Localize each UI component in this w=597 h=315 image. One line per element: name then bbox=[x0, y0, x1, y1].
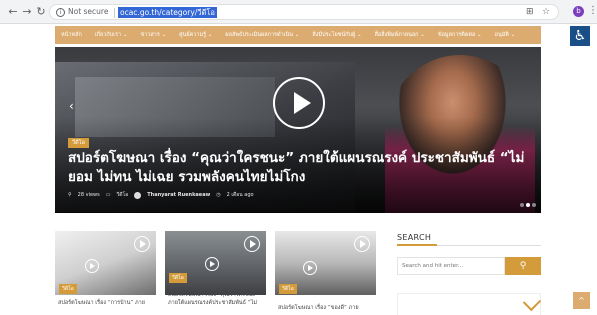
scroll-top-button[interactable]: ^ bbox=[573, 292, 590, 309]
hero-slider[interactable]: ‹ วีดีโอ สปอร์ตโฆษณา เรื่อง “คุณว่าใครชน… bbox=[55, 47, 541, 213]
video-thumbnail[interactable] bbox=[165, 231, 266, 295]
play-icon[interactable] bbox=[273, 77, 325, 129]
play-icon bbox=[205, 257, 219, 271]
nav-item-approval[interactable]: อนุมัติ ⌄ bbox=[495, 31, 516, 39]
slider-dot[interactable] bbox=[520, 203, 524, 207]
nav-item-useful[interactable]: สิ่งมีประโยชน์กับผู้ ⌄ bbox=[312, 31, 361, 39]
nav-item-about[interactable]: เกี่ยวกับเรา ⌄ bbox=[95, 31, 128, 39]
category-tag[interactable]: วีดีโอ bbox=[68, 138, 89, 148]
hero-title[interactable]: สปอร์ตโฆษณา เรื่อง “คุณว่าใครชนะ” ภายใต้… bbox=[68, 149, 528, 187]
post-time: 2 เดือน ago bbox=[226, 192, 254, 198]
search-input[interactable] bbox=[397, 257, 505, 275]
slider-dot[interactable] bbox=[532, 203, 536, 207]
eye-icon: ⚲ bbox=[68, 192, 72, 198]
play-icon[interactable] bbox=[354, 236, 370, 252]
play-icon[interactable] bbox=[134, 236, 150, 252]
search-button[interactable]: ⚲ bbox=[505, 257, 541, 275]
author-name[interactable]: Thanyarat Ruenkaeaw bbox=[147, 192, 210, 198]
hero-category[interactable]: วีดีโอ bbox=[116, 191, 128, 199]
nav-item-knowledge[interactable]: ศูนย์ความรู้ ⌄ bbox=[179, 31, 212, 39]
play-icon[interactable] bbox=[244, 236, 260, 252]
video-card[interactable]: วีดีโอ สปอร์ตโฆษณา เรื่อง “คุณว่าใครชนะ”… bbox=[165, 231, 266, 315]
forward-arrow-icon[interactable]: → bbox=[20, 5, 34, 19]
play-icon bbox=[85, 259, 99, 273]
address-bar[interactable]: i Not secure ocac.go.th/category/วีดีโอ … bbox=[49, 4, 559, 20]
card-title[interactable]: สปอร์ตโฆษณา เรื่อง “การบ้าน” ภาย bbox=[58, 299, 154, 307]
clock-icon: ◷ bbox=[216, 192, 221, 198]
browser-toolbar: ← → ↻ i Not secure ocac.go.th/category/ว… bbox=[0, 0, 597, 24]
views-count: 28 views bbox=[77, 192, 100, 198]
slider-dot-active[interactable] bbox=[526, 203, 530, 207]
chevron-left-icon[interactable]: ‹ bbox=[69, 99, 74, 113]
slider-dots bbox=[520, 203, 536, 207]
card-title[interactable]: สปอร์ตโฆษณา เรื่อง “คุณว่าใครชนะ” ภายใต้… bbox=[168, 291, 264, 307]
bookmark-star-icon[interactable]: ☆ bbox=[542, 7, 550, 17]
profile-avatar[interactable]: b bbox=[573, 6, 584, 17]
category-tag[interactable]: วีดีโอ bbox=[279, 284, 297, 294]
info-icon[interactable]: i bbox=[56, 8, 65, 17]
folder-icon: ▭ bbox=[105, 192, 111, 198]
translate-icon[interactable]: ⊞ bbox=[526, 7, 534, 17]
nav-item-news[interactable]: ข่าวสาร ⌄ bbox=[140, 31, 166, 39]
title-underline bbox=[397, 244, 437, 246]
card-title[interactable]: สปอร์ตโฆษณา เรื่อง “ของดี” ภาย bbox=[278, 304, 374, 312]
security-status: Not secure bbox=[68, 7, 109, 16]
reload-icon[interactable]: ↻ bbox=[34, 5, 48, 19]
video-card[interactable]: วีดีโอ สปอร์ตโฆษณา เรื่อง “ของดี” ภาย bbox=[275, 231, 376, 315]
url-text[interactable]: ocac.go.th/category/วีดีโอ bbox=[118, 7, 217, 18]
play-icon bbox=[303, 261, 317, 275]
divider bbox=[114, 8, 115, 18]
category-tag[interactable]: วีดีโอ bbox=[59, 284, 77, 294]
hero-meta: ⚲ 28 views ▭ วีดีโอ Thanyarat Ruenkaeaw … bbox=[68, 191, 254, 199]
nav-item-home[interactable]: หน้าหลัก bbox=[61, 31, 82, 39]
back-arrow-icon[interactable]: ← bbox=[6, 5, 20, 19]
sidebar-widget bbox=[397, 293, 541, 315]
video-card[interactable]: วีดีโอ สปอร์ตโฆษณา เรื่อง “การบ้าน” ภาย bbox=[55, 231, 156, 315]
site-navigation: หน้าหลัก เกี่ยวกับเรา ⌄ ข่าวสาร ⌄ ศูนย์ค… bbox=[55, 26, 541, 44]
author-avatar bbox=[134, 191, 142, 199]
search-icon: ⚲ bbox=[519, 261, 527, 271]
sidebar-title: SEARCH bbox=[397, 233, 432, 242]
category-tag[interactable]: วีดีโอ bbox=[169, 273, 187, 283]
nav-item-evaluation[interactable]: ผลลัพธ์ประเมินผลการดำเนิน ⌄ bbox=[225, 31, 299, 39]
menu-dots-icon[interactable]: ⋮ bbox=[588, 5, 597, 16]
nav-item-publications[interactable]: สื่อสิ่งพิมพ์ภายนอก ⌄ bbox=[375, 31, 425, 39]
wheelchair-icon[interactable]: ♿ bbox=[570, 26, 590, 46]
nav-item-contact[interactable]: ข้อมูลการติดต่อ ⌄ bbox=[438, 31, 482, 39]
